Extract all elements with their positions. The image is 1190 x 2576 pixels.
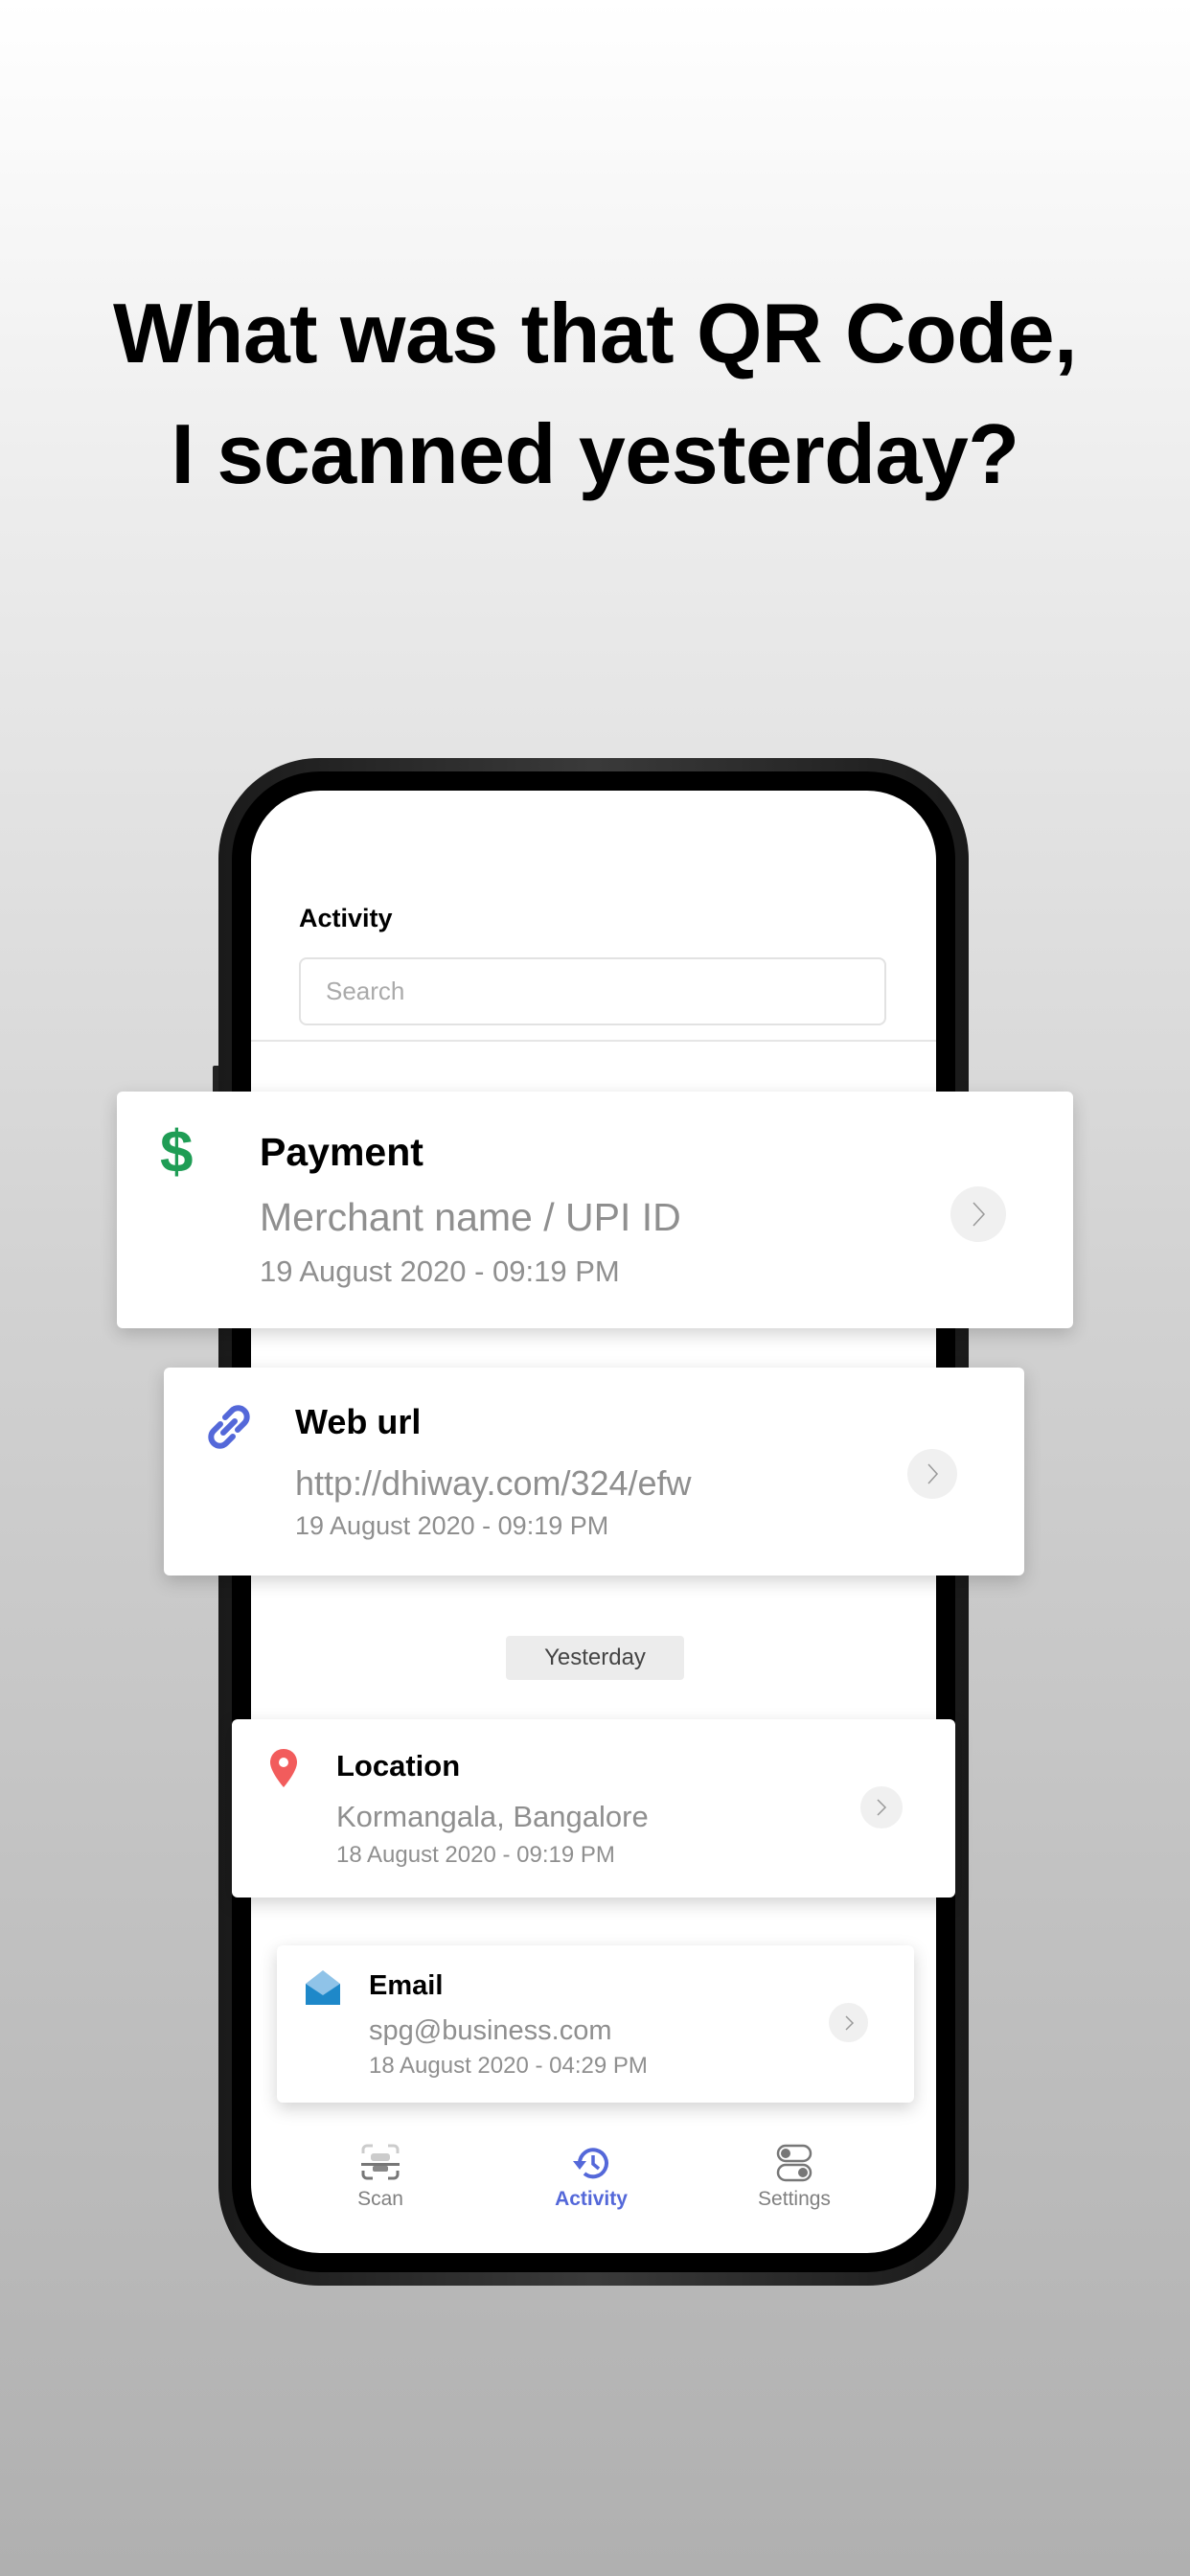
chevron-right-icon[interactable] [860,1786,903,1828]
headline-line-1: What was that QR Code, [113,286,1077,380]
scan-icon [361,2144,400,2180]
item-date: 18 August 2020 - 04:29 PM [369,2053,648,2079]
activity-item-location[interactable]: Location Kormangala, Bangalore 18 August… [232,1719,955,1898]
item-title: Payment [260,1130,423,1174]
page-title: Activity [299,904,393,932]
item-subtitle: spg@business.com [369,2015,612,2046]
item-subtitle: Merchant name / UPI ID [260,1195,681,1239]
nav-label: Activity [555,2188,628,2210]
dollar-icon: $ [160,1119,194,1185]
item-subtitle: Kormangala, Bangalore [336,1800,649,1833]
section-label-yesterday: Yesterday [506,1636,684,1680]
activity-item-email[interactable]: Email spg@business.com 18 August 2020 - … [277,1945,914,2103]
email-icon [306,1970,340,2005]
chevron-right-icon[interactable] [950,1186,1006,1242]
item-title: Location [336,1749,461,1782]
nav-label: Settings [758,2188,831,2210]
history-icon [573,2148,608,2179]
activity-item-payment[interactable]: $ Payment Merchant name / UPI ID 19 Augu… [117,1092,1073,1328]
nav-scan[interactable]: Scan [294,2144,467,2211]
search-input[interactable] [299,957,886,1025]
divider [251,1040,936,1042]
chevron-right-icon[interactable] [829,2003,868,2042]
nav-activity[interactable]: Activity [505,2144,677,2211]
toggle-settings-icon [776,2144,812,2182]
item-date: 19 August 2020 - 09:19 PM [260,1254,620,1288]
item-date: 19 August 2020 - 09:19 PM [295,1511,609,1540]
chevron-right-icon[interactable] [907,1449,957,1499]
item-title: Web url [295,1402,422,1441]
item-title: Email [369,1970,444,2001]
link-icon [208,1405,250,1449]
nav-settings[interactable]: Settings [708,2144,881,2211]
nav-label: Scan [357,2188,403,2210]
location-pin-icon [270,1749,297,1787]
item-subtitle: http://dhiway.com/324/efw [295,1463,692,1503]
activity-item-web-url[interactable]: Web url http://dhiway.com/324/efw 19 Aug… [164,1368,1024,1576]
headline: What was that QR Code, I scanned yesterd… [0,273,1190,515]
item-date: 18 August 2020 - 09:19 PM [336,1842,615,1868]
headline-line-2: I scanned yesterday? [171,406,1019,501]
